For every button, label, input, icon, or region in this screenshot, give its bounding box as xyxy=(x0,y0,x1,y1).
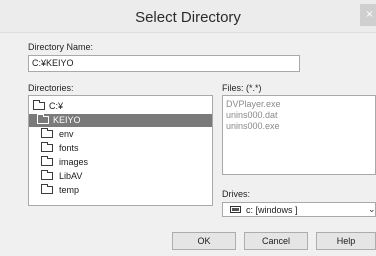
dialog-title: Select Directory xyxy=(135,9,241,26)
file-item[interactable]: DVPlayer.exe xyxy=(226,99,281,109)
drives-selected-value: c: [windows ] xyxy=(246,205,298,215)
directory-item[interactable]: images xyxy=(29,156,212,169)
directory-name-label-text: Directory Name: xyxy=(28,42,94,52)
ok-button[interactable]: OK xyxy=(172,232,236,250)
directory-item-label: KEIYO xyxy=(53,115,81,125)
open-folder-icon xyxy=(33,100,45,110)
folder-icon xyxy=(41,184,53,194)
chevron-down-icon: ⌄ xyxy=(368,204,376,214)
directory-item[interactable]: fonts xyxy=(29,142,212,155)
files-list[interactable]: DVPlayer.exe unins000.dat unins000.exe xyxy=(222,95,376,175)
file-item[interactable]: unins000.exe xyxy=(226,121,280,131)
directory-item-label: env xyxy=(59,129,74,139)
cancel-button[interactable]: Cancel xyxy=(244,232,308,250)
directory-name-input[interactable]: C:¥KEIYO xyxy=(28,55,300,72)
directory-item-label: fonts xyxy=(59,143,79,153)
drives-select[interactable]: c: [windows ] ⌄ xyxy=(222,202,376,217)
directory-item-label: temp xyxy=(59,185,80,195)
title-bar: Select Directory × xyxy=(0,0,376,33)
files-label: Files: (*.*) xyxy=(222,83,262,93)
close-icon: × xyxy=(366,7,374,21)
directory-item-label: LibAV xyxy=(59,171,83,181)
directory-item[interactable]: temp xyxy=(29,184,212,197)
open-folder-icon xyxy=(37,114,49,124)
drives-label: Drives: xyxy=(222,189,251,199)
directory-item-selected[interactable]: KEIYO xyxy=(29,114,212,127)
close-button[interactable]: × xyxy=(360,4,376,26)
directory-item[interactable]: LibAV xyxy=(29,170,212,183)
directories-list[interactable]: C:¥ KEIYO env fonts images LibAV temp xyxy=(28,95,213,206)
folder-icon xyxy=(41,128,53,138)
directories-label: Directories: xyxy=(28,83,74,93)
directory-item[interactable]: env xyxy=(29,128,212,141)
drive-icon xyxy=(230,206,241,213)
file-item[interactable]: unins000.dat xyxy=(226,110,278,120)
directory-item-label: images xyxy=(59,157,89,167)
directory-item[interactable]: C:¥ xyxy=(29,100,212,113)
directory-item-label: C:¥ xyxy=(49,101,64,111)
folder-icon xyxy=(41,170,53,180)
folder-icon xyxy=(41,142,53,152)
help-button[interactable]: Help xyxy=(316,232,376,250)
folder-icon xyxy=(41,156,53,166)
directory-name-label: Directory Name: xyxy=(28,42,93,52)
